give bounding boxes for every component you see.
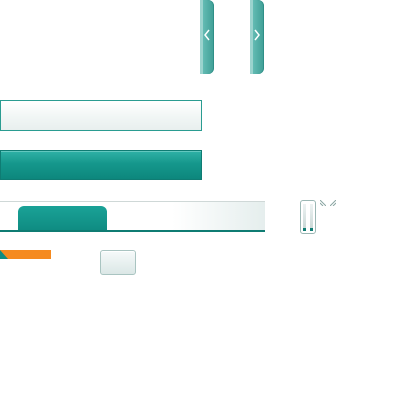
- light-input-bar[interactable]: [0, 100, 202, 131]
- scroll-rail-right: [310, 204, 313, 230]
- prev-tab[interactable]: [200, 0, 214, 74]
- scroll-rail-left: [303, 204, 306, 230]
- chevron-right-icon: [254, 29, 260, 41]
- grip-corner-icon: [330, 200, 336, 206]
- chevron-left-icon: [204, 29, 210, 41]
- small-button[interactable]: [100, 250, 136, 275]
- scroll-tip-left: [303, 228, 306, 231]
- mini-scrollbar[interactable]: [300, 200, 316, 234]
- tab-active[interactable]: [18, 206, 107, 230]
- teal-header-bar: [0, 150, 202, 180]
- scroll-tip-right: [310, 228, 313, 231]
- progress-notch-icon: [0, 250, 8, 259]
- resize-corner-icon: [320, 200, 326, 206]
- next-tab[interactable]: [250, 0, 264, 74]
